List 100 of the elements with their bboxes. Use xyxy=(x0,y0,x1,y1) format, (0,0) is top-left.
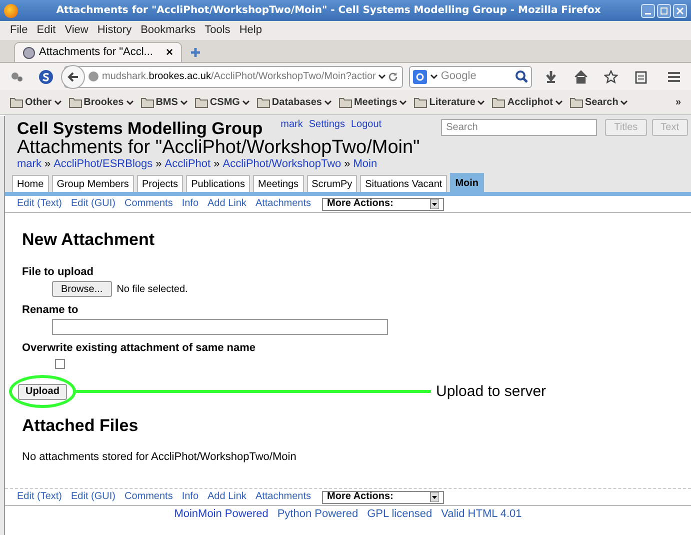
caret-icon[interactable] xyxy=(324,100,332,104)
breadcrumb-link[interactable]: Moin xyxy=(353,158,378,171)
annotation-text: Upload to server xyxy=(436,382,546,400)
folder-icon xyxy=(492,96,506,108)
breadcrumb-separator: » xyxy=(214,158,220,171)
caret-icon[interactable] xyxy=(430,74,438,79)
download-icon[interactable] xyxy=(544,70,558,84)
action-link[interactable]: Comments xyxy=(124,198,173,210)
upload-button[interactable]: Upload xyxy=(18,384,68,400)
breadcrumb-link[interactable]: AccliPhot/WorkshopTwo xyxy=(222,158,342,171)
rename-field[interactable] xyxy=(52,319,388,335)
footer-link[interactable]: Python Powered xyxy=(277,508,358,521)
nav-tab[interactable]: ScrumPy xyxy=(306,175,358,192)
bookmark-folder[interactable]: Accliphot xyxy=(507,96,553,108)
wiki-search-field[interactable]: Search xyxy=(441,119,598,136)
menu-item[interactable]: View xyxy=(64,24,88,37)
action-link[interactable]: Info xyxy=(182,198,199,210)
home-icon[interactable] xyxy=(574,70,588,84)
bookmark-folder[interactable]: Other xyxy=(25,96,52,108)
clipboard-icon[interactable] xyxy=(634,70,648,84)
caret-icon[interactable] xyxy=(554,100,563,104)
star-icon[interactable] xyxy=(604,70,618,84)
caret-icon[interactable] xyxy=(620,100,628,104)
nav-tab[interactable]: Meetings xyxy=(252,175,304,192)
close-tab-button[interactable]: × xyxy=(166,46,173,59)
menu-item[interactable]: Tools xyxy=(204,24,230,37)
action-link[interactable]: Edit (Text) xyxy=(17,198,62,210)
browse-button[interactable]: Browse... xyxy=(52,281,112,297)
breadcrumb-link[interactable]: AccliPhot xyxy=(164,158,211,171)
nav-tab[interactable]: Projects xyxy=(136,175,184,192)
search-engine-field[interactable]: Google xyxy=(408,66,532,88)
caret-icon[interactable] xyxy=(54,100,62,104)
breadcrumb-separator: » xyxy=(156,158,162,171)
dropdown-arrow-icon xyxy=(430,492,440,502)
action-link[interactable]: Edit (GUI) xyxy=(71,491,116,503)
folder-icon xyxy=(256,96,270,108)
nav-tab[interactable]: Situations Vacant xyxy=(360,175,448,192)
menu-item[interactable]: Help xyxy=(239,24,262,37)
user-link[interactable]: mark xyxy=(280,119,303,131)
bookmark-folder[interactable]: BMS xyxy=(156,96,178,108)
search-icon[interactable] xyxy=(515,70,528,83)
maximize-button[interactable] xyxy=(657,4,671,18)
action-link[interactable]: Attachments xyxy=(255,198,312,210)
minimize-button[interactable] xyxy=(641,4,655,18)
folder-icon xyxy=(194,96,208,108)
field-label: Overwrite existing attachment of same name xyxy=(22,342,257,355)
user-link[interactable]: Settings xyxy=(308,119,345,131)
menu-item[interactable]: History xyxy=(97,24,132,37)
new-tab-icon[interactable] xyxy=(190,47,201,58)
action-link[interactable]: Attachments xyxy=(255,491,312,503)
back-button[interactable] xyxy=(61,64,85,88)
user-link[interactable]: Logout xyxy=(350,119,382,131)
bookmark-folder[interactable]: Literature xyxy=(429,96,476,108)
more-bookmarks-button[interactable]: » xyxy=(675,96,681,108)
nav-tab[interactable]: Group Members xyxy=(52,175,134,192)
action-link[interactable]: Edit (Text) xyxy=(17,491,62,503)
search-placeholder: Google xyxy=(440,70,478,83)
caret-icon[interactable] xyxy=(180,100,188,104)
caret-icon[interactable] xyxy=(399,100,408,104)
nav-tab[interactable]: Home xyxy=(12,175,49,192)
window-title: Attachments for "AccliPhot/WorkshopTwo/Moin" - Cell Systems Modelling Group - Mozilla Firefox xyxy=(55,4,602,18)
folder-icon xyxy=(68,96,82,108)
action-link[interactable]: Add Link xyxy=(208,491,246,503)
overwrite-checkbox[interactable] xyxy=(55,359,65,369)
menu-item[interactable]: Edit xyxy=(36,24,56,37)
caret-icon[interactable] xyxy=(378,74,386,79)
bookmark-folder[interactable]: Databases xyxy=(272,96,322,108)
close-button[interactable] xyxy=(673,4,687,18)
bookmark-folder[interactable]: Brookes xyxy=(84,96,124,108)
caret-icon[interactable] xyxy=(126,100,134,104)
section-heading: Attached Files xyxy=(22,416,140,436)
menu-icon[interactable] xyxy=(667,70,681,84)
footer-link[interactable]: MoinMoin Powered xyxy=(174,508,268,521)
action-link[interactable]: Info xyxy=(182,491,199,503)
folder-icon xyxy=(140,96,154,108)
action-link[interactable]: Edit (GUI) xyxy=(71,198,116,210)
info-message: No attachments stored for AccliPhot/WorkshopTwo/Moin xyxy=(22,451,298,464)
breadcrumb-link[interactable]: mark xyxy=(17,158,42,171)
menu-item[interactable]: File xyxy=(10,24,28,37)
reload-icon[interactable] xyxy=(388,72,398,82)
caret-icon[interactable] xyxy=(242,100,250,104)
tab-title: Attachments for "Accl... xyxy=(39,46,154,59)
action-link[interactable]: Add Link xyxy=(208,198,246,210)
site-name[interactable]: Cell Systems Modelling Group xyxy=(17,119,263,139)
more-actions-dropdown[interactable]: More Actions: xyxy=(322,198,444,210)
breadcrumb-link[interactable]: AccliPhot/ESRBlogs xyxy=(54,158,153,171)
bookmark-folder[interactable]: CSMG xyxy=(210,96,240,108)
caret-icon[interactable] xyxy=(477,100,486,104)
menu-item[interactable]: Bookmarks xyxy=(140,24,196,37)
more-actions-dropdown[interactable]: More Actions: xyxy=(322,490,444,504)
nav-tab[interactable]: Publications xyxy=(186,175,250,192)
footer-link[interactable]: GPL licensed xyxy=(367,508,432,521)
address-bar[interactable]: mudshark.brookes.ac.uk/AccliPhot/WorkshopTwo/Moin?actior xyxy=(64,66,403,88)
action-link[interactable]: Comments xyxy=(124,491,173,503)
nav-tab[interactable]: Moin xyxy=(450,173,484,192)
browser-tab[interactable]: Attachments for "Accl... × xyxy=(14,42,182,62)
bookmark-folder[interactable]: Search xyxy=(584,96,618,108)
s-icon[interactable] xyxy=(38,68,54,84)
footer-link[interactable]: Valid HTML 4.01 xyxy=(441,508,522,521)
bookmark-folder[interactable]: Meetings xyxy=(354,96,398,108)
